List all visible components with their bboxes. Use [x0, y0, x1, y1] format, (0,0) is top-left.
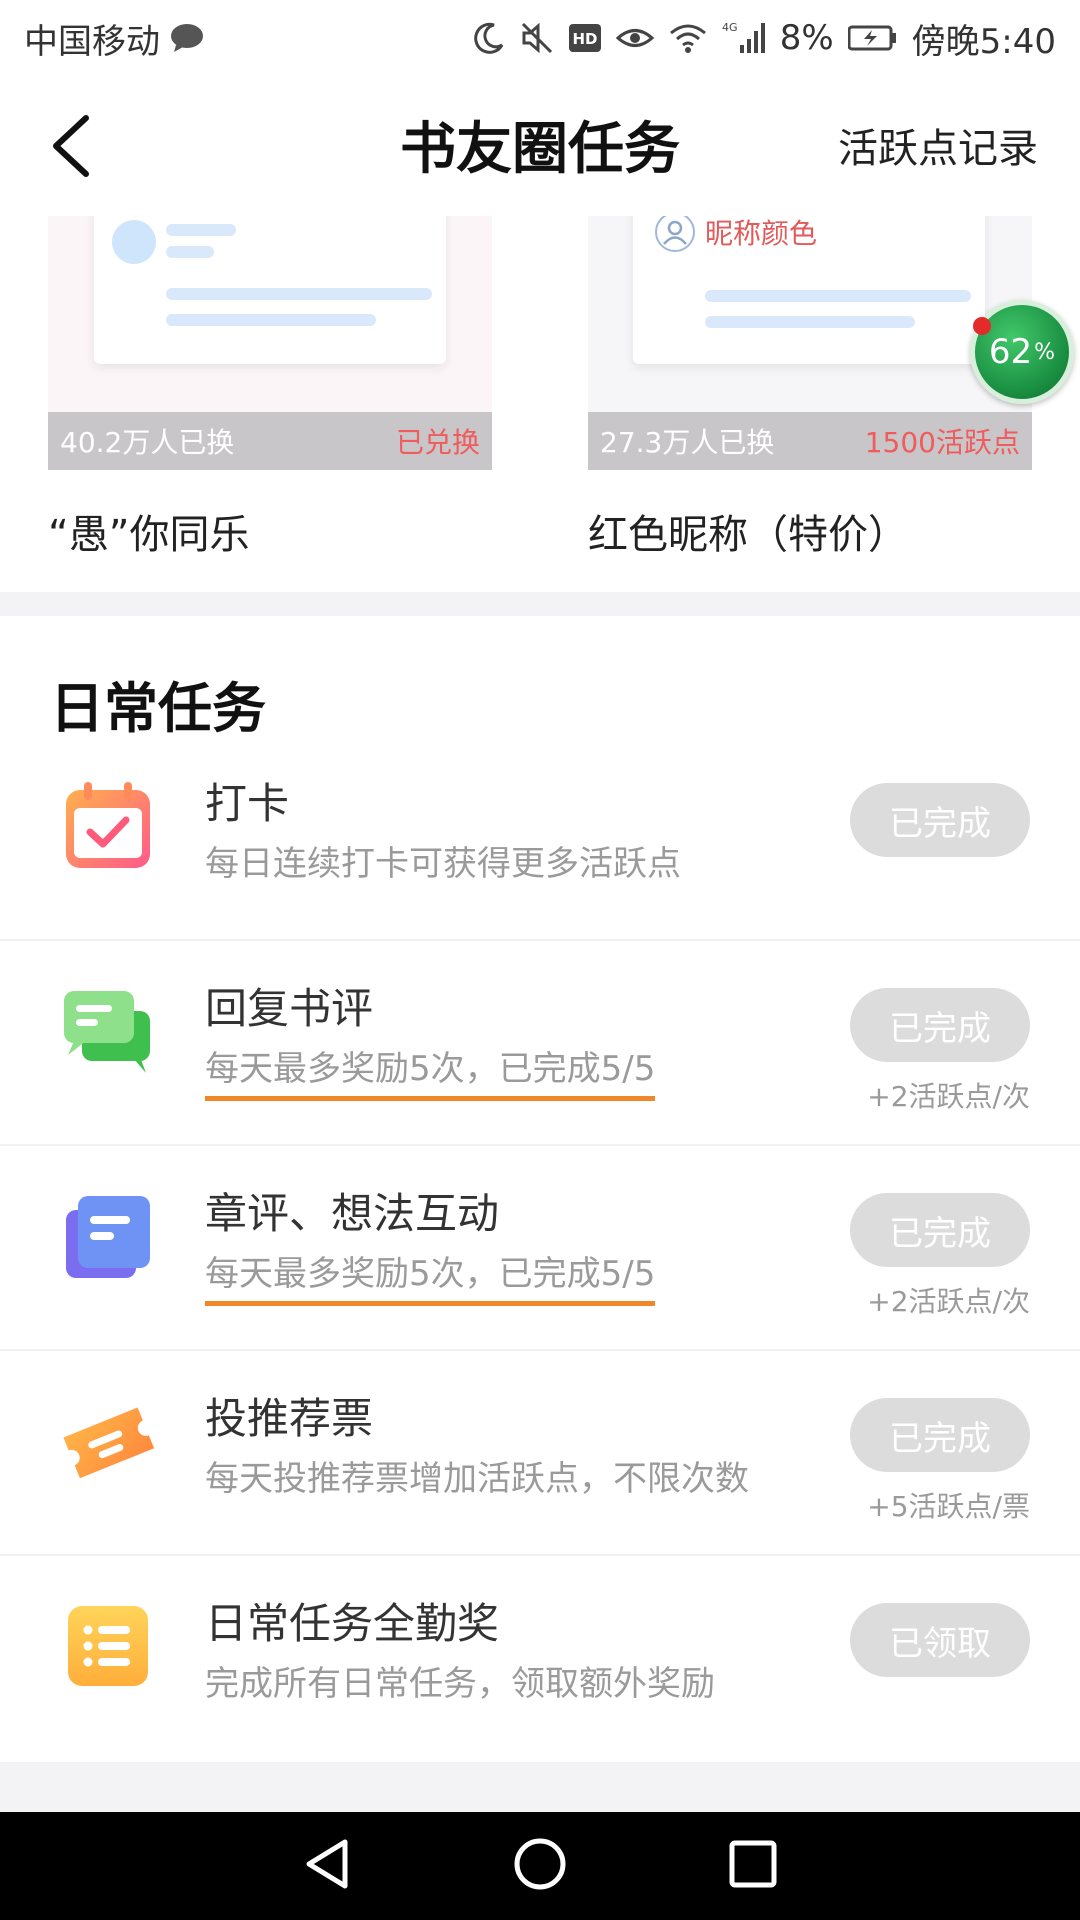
task-title: 章评、想法互动: [205, 1189, 500, 1238]
status-bar: 中国移动 HD 4G 8% 傍晚5:40: [0, 0, 1080, 76]
reward-status: 已兑换: [395, 426, 480, 459]
clock: 傍晚5:40: [911, 21, 1056, 62]
task-status-button[interactable]: 已完成: [850, 783, 1030, 857]
nav-recents-icon[interactable]: [725, 1836, 781, 1896]
reward-name: “愚”你同乐: [48, 512, 250, 558]
floating-progress-badge[interactable]: 62%: [970, 300, 1074, 404]
badge-unit: %: [1034, 339, 1056, 365]
text-placeholder: [166, 314, 376, 326]
nickname-color-label: 昵称颜色: [705, 217, 818, 250]
document-stack-icon: [66, 1196, 150, 1278]
chat-bubbles-icon: [64, 991, 150, 1073]
text-placeholder: [705, 316, 915, 328]
reward-preview: [94, 216, 446, 364]
mute-icon: [520, 21, 554, 55]
hd-text: HD: [572, 30, 597, 48]
task-description: 每天最多奖励5次，已完成5/5: [205, 1041, 656, 1101]
reward-preview: 昵称颜色: [633, 216, 985, 364]
task-row: 回复书评 每天最多奖励5次，已完成5/5 已完成 +2活跃点/次: [0, 941, 1080, 1146]
reward-card[interactable]: 昵称颜色 27.3万人已换 1500活跃点: [588, 216, 1032, 470]
list-icon: [68, 1606, 148, 1686]
text-placeholder: [705, 290, 971, 302]
task-row: 投推荐票 每天投推荐票增加活跃点，不限次数 已完成 +5活跃点/票: [0, 1351, 1080, 1556]
task-row: 日常任务全勤奖 完成所有日常任务，领取额外奖励 已领取: [0, 1556, 1080, 1761]
task-status-button[interactable]: 已完成: [850, 988, 1030, 1062]
message-icon: [170, 23, 204, 53]
exchange-count: 27.3万人已换: [600, 426, 775, 459]
system-nav-bar: [0, 1812, 1080, 1920]
nav-back-icon[interactable]: [299, 1836, 355, 1896]
rewards-section: 40.2万人已换 已兑换 “愚”你同乐 昵称颜色 27.3万人已换 1500活跃…: [0, 216, 1080, 591]
text-placeholder: [166, 288, 432, 300]
nav-home-icon[interactable]: [512, 1836, 568, 1896]
calendar-check-icon: [66, 782, 150, 868]
battery-percent: 8%: [779, 18, 834, 58]
eye-icon: [615, 23, 654, 53]
reward-price: 1500活跃点: [864, 426, 1020, 459]
notification-dot: [973, 317, 991, 335]
wifi-icon: [668, 22, 708, 54]
reward-name: 红色昵称（特价）: [588, 512, 908, 558]
network-label: 4G: [722, 21, 738, 34]
task-status-button[interactable]: 已完成: [850, 1398, 1030, 1472]
task-row: 打卡 每日连续打卡可获得更多活跃点 已完成: [0, 736, 1080, 941]
user-icon: [655, 216, 695, 252]
exchange-count: 40.2万人已换: [60, 426, 235, 459]
activity-record-link[interactable]: 活跃点记录: [838, 116, 1038, 174]
reward-strip: 40.2万人已换 已兑换: [48, 412, 492, 470]
task-description: 完成所有日常任务，领取额外奖励: [205, 1664, 715, 1704]
task-description: 每日连续打卡可获得更多活跃点: [205, 844, 681, 884]
ticket-icon: [63, 1407, 155, 1479]
badge-value: 62: [988, 332, 1033, 372]
task-description: 每天最多奖励5次，已完成5/5: [205, 1246, 656, 1306]
section-title: 日常任务: [50, 676, 266, 740]
task-title: 投推荐票: [205, 1394, 374, 1443]
task-title: 打卡: [205, 779, 290, 828]
signal-icon: 4G: [722, 21, 766, 55]
nav-bar: 书友圈任务 活跃点记录: [0, 76, 1080, 216]
task-bonus: +2活跃点/次: [867, 1080, 1030, 1113]
text-placeholder: [166, 224, 236, 236]
moon-icon: [472, 21, 506, 55]
task-row: 章评、想法互动 每天最多奖励5次，已完成5/5 已完成 +2活跃点/次: [0, 1146, 1080, 1351]
task-status-button[interactable]: 已领取: [850, 1603, 1030, 1677]
reward-strip: 27.3万人已换 1500活跃点: [588, 412, 1032, 470]
carrier-label: 中国移动: [24, 21, 160, 62]
nickname-preview: 昵称颜色: [655, 216, 817, 252]
battery-charging-icon: [847, 24, 898, 52]
section-divider: [0, 1762, 1080, 1812]
task-title: 回复书评: [205, 984, 374, 1033]
reward-card[interactable]: 40.2万人已换 已兑换: [48, 216, 492, 470]
task-bonus: +5活跃点/票: [867, 1490, 1030, 1523]
avatar-placeholder: [112, 220, 156, 264]
task-bonus: +2活跃点/次: [867, 1285, 1030, 1318]
task-status-button[interactable]: 已完成: [850, 1193, 1030, 1267]
text-placeholder: [166, 246, 214, 258]
task-description: 每天投推荐票增加活跃点，不限次数: [205, 1459, 749, 1499]
task-title: 日常任务全勤奖: [205, 1599, 500, 1648]
section-divider: [0, 592, 1080, 616]
hd-icon: HD: [568, 23, 602, 53]
